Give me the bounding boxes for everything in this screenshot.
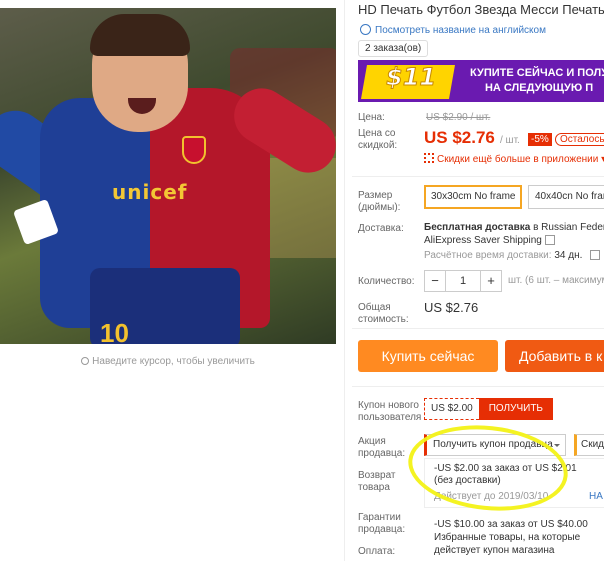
old-price: US $2.90 / шт. <box>426 112 491 123</box>
quantity-decrease-button[interactable]: − <box>425 271 445 291</box>
orders-count: 2 заказа(ов) <box>358 40 429 57</box>
new-user-coupon-label: Купон нового пользователя <box>358 400 422 423</box>
size-option-30x30[interactable]: 30x30cm No frame <box>424 185 523 209</box>
divider <box>352 176 604 177</box>
quantity-note: шт. (6 шт. – максимум <box>508 275 604 286</box>
translate-icon <box>360 24 371 35</box>
size-option-40x40[interactable]: 40x40cn No frar <box>528 185 604 209</box>
price-label: Цена: <box>358 112 385 123</box>
column-divider <box>344 0 345 561</box>
quantity-input[interactable]: 1 <box>445 271 481 291</box>
shorts-number: 10 <box>100 318 129 344</box>
club-crest <box>182 136 206 164</box>
quantity-stepper[interactable]: − 1 + <box>424 270 502 292</box>
product-title: HD Печать Футбол Звезда Месси Печать на … <box>358 2 604 17</box>
delivery-estimate: Расчётное время доставки: 34 дн. <box>424 250 583 261</box>
add-to-cart-button[interactable]: Добавить в к <box>505 340 604 372</box>
discount-badge: -5% <box>528 133 552 146</box>
app-discount-link[interactable]: Скидки ещё больше в приложении ▾ <box>424 153 604 165</box>
product-image[interactable]: unicef 10 <box>0 8 336 344</box>
price-unit: / шт. <box>500 135 520 146</box>
divider <box>352 328 604 329</box>
quantity-label: Количество: <box>358 276 415 287</box>
view-english-link[interactable]: Посмотреть название на английском <box>360 24 546 36</box>
current-price: US $2.76 <box>424 128 495 147</box>
seller-promo-label: Акция продавца: <box>358 436 406 459</box>
zoom-hint: Наведите курсор, чтобы увеличить <box>0 356 336 367</box>
total-value: US $2.76 <box>424 300 479 315</box>
guarantee-label: Гарантии продавца: <box>358 512 406 535</box>
quantity-increase-button[interactable]: + <box>481 271 501 291</box>
shipping-destination[interactable]: Бесплатная доставка в Russian Federa <box>424 222 604 233</box>
buy-now-button[interactable]: Купить сейчас <box>358 340 498 372</box>
total-label: Общая стоимость: <box>358 302 409 325</box>
size-label: Размер (дюймы): <box>358 190 401 213</box>
banner-text: КУПИТЕ СЕЙЧАС И ПОЛУ НА СЛЕДУЮЩУЮ П <box>470 67 604 94</box>
jersey-sponsor: unicef <box>112 180 188 204</box>
banner-amount: $11 <box>385 63 437 92</box>
divider <box>352 386 604 387</box>
payment-label: Оплата: <box>358 546 396 557</box>
seller-discount-select[interactable]: Скид <box>574 434 604 456</box>
shipping-method-select[interactable]: AliExpress Saver Shipping <box>424 235 555 246</box>
search-icon <box>81 357 90 365</box>
chevron-down-icon <box>544 235 555 245</box>
coupon-description-2: -US $10.00 за заказ от US $40.00 Избранн… <box>434 519 588 556</box>
shipping-label: Доставка: <box>358 223 404 234</box>
chevron-down-icon[interactable] <box>590 250 600 260</box>
return-label: Возврат товара <box>358 470 396 493</box>
coupon-more-link[interactable]: НА <box>589 491 603 502</box>
promo-banner[interactable]: $11 КУПИТЕ СЕЙЧАС И ПОЛУ НА СЛЕДУЮЩУЮ П <box>358 60 604 102</box>
time-left-badge: Осталось <box>555 133 604 146</box>
discount-price-label: Цена со скидкой: <box>358 128 398 151</box>
coupon-amount: US $2.00 <box>424 398 479 420</box>
new-user-coupon: US $2.00 ПОЛУЧИТЬ <box>424 398 553 420</box>
get-coupon-button[interactable]: ПОЛУЧИТЬ <box>478 398 553 420</box>
qr-code-icon <box>424 153 434 163</box>
